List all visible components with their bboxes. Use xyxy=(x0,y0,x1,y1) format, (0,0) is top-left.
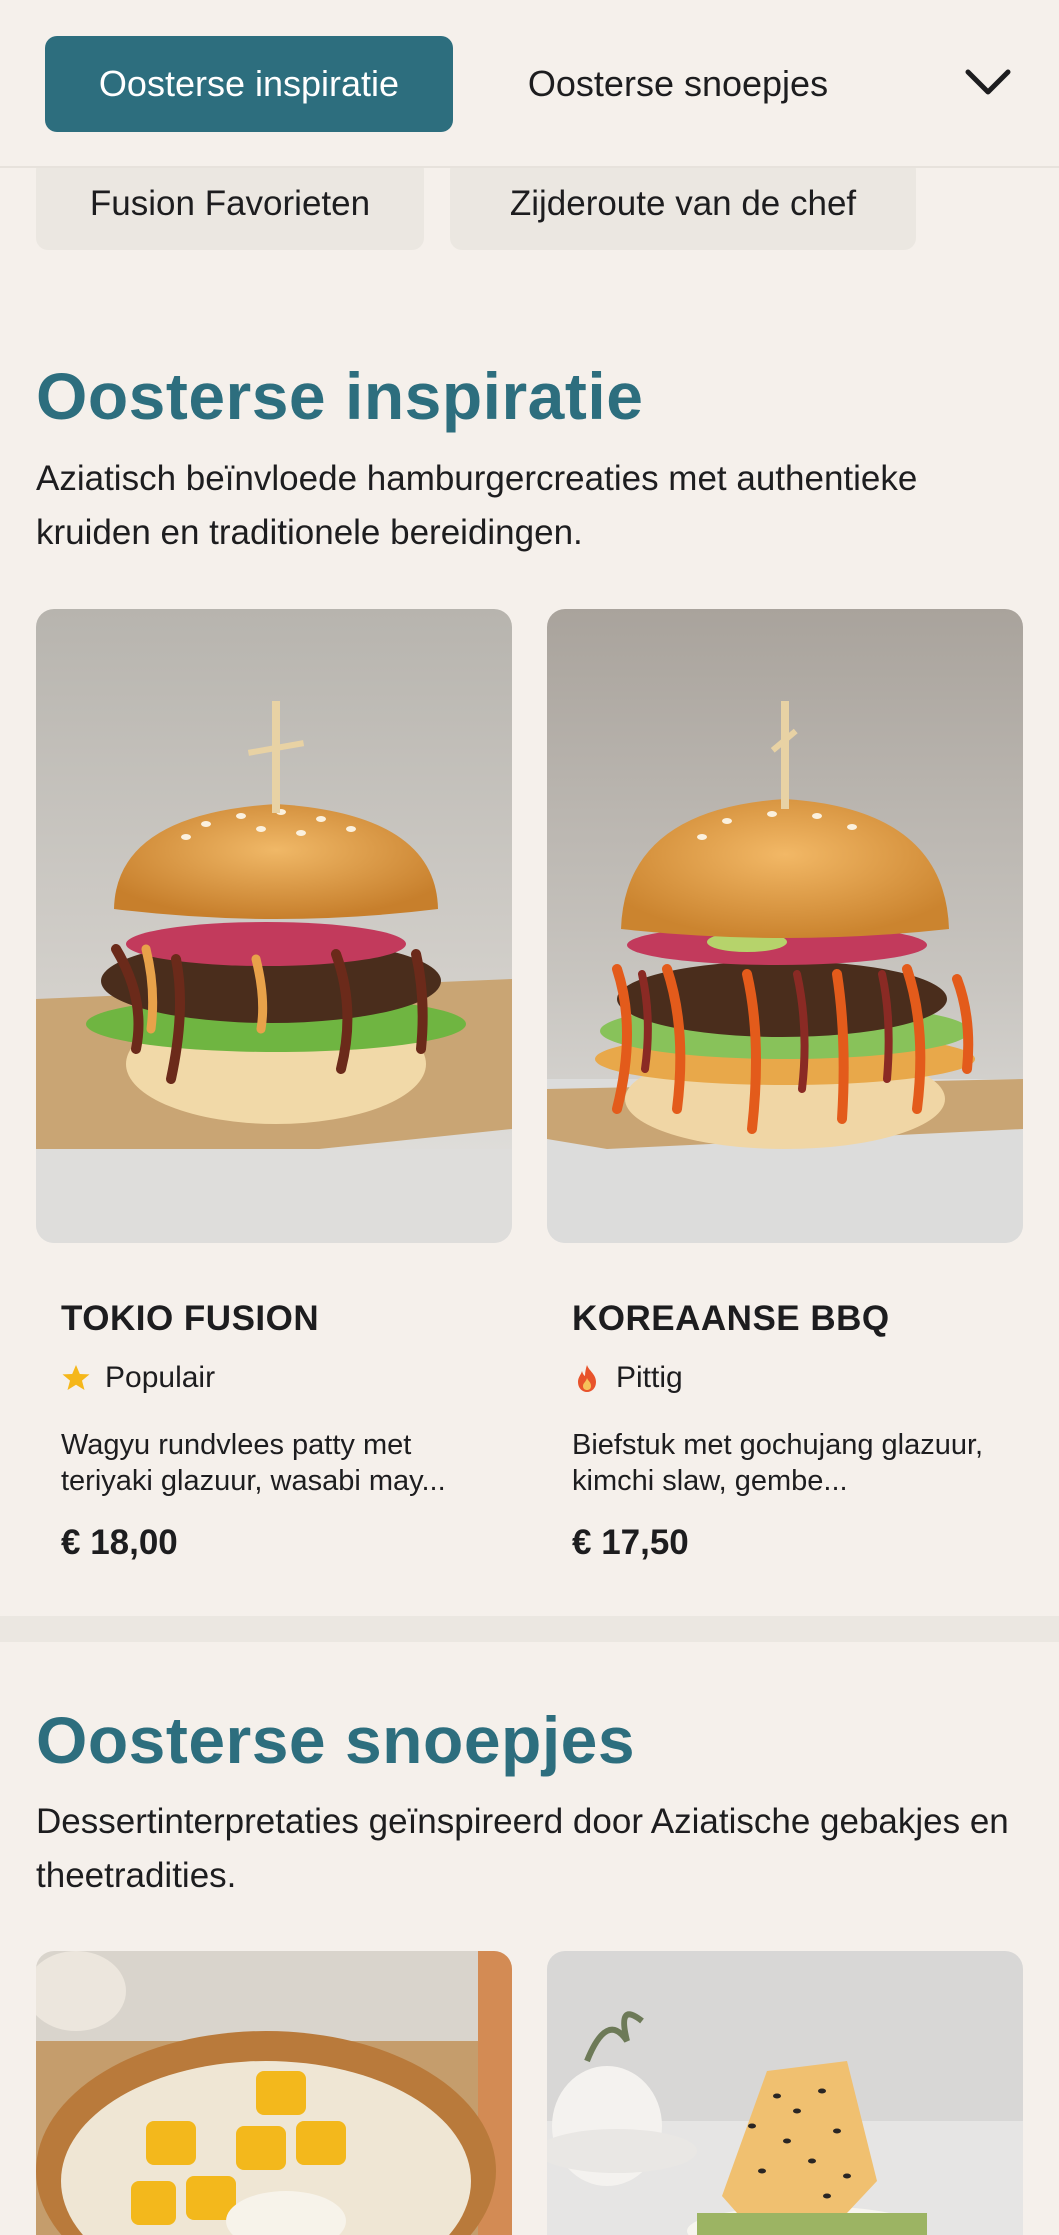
tab-oosterse-inspiratie[interactable]: Oosterse inspiratie xyxy=(45,36,453,132)
tab-oosterse-snoepjes[interactable]: Oosterse snoepjes xyxy=(478,36,878,132)
item-tag-label: Populair xyxy=(105,1361,216,1394)
section-description: Aziatisch beïnvloede hamburgercreaties m… xyxy=(36,459,918,552)
item-price: € 18,00 xyxy=(61,1523,178,1562)
item-tag: Populair xyxy=(61,1357,215,1399)
burger-image xyxy=(36,609,512,1243)
flame-icon xyxy=(578,1365,596,1392)
star-icon xyxy=(62,1365,90,1390)
item-price: € 17,50 xyxy=(572,1523,689,1562)
section-divider xyxy=(0,1616,1059,1642)
menu-item-card[interactable]: KOREAANSE BBQ Pittig Biefstuk met gochuj… xyxy=(547,609,1023,1589)
section-title: Oosterse snoepjes xyxy=(36,1703,636,1777)
burger-image xyxy=(547,609,1023,1243)
item-tag: Pittig xyxy=(572,1357,683,1399)
dessert-image xyxy=(547,1951,1023,2235)
dessert-image xyxy=(36,1951,512,2235)
section-description: Dessertinterpretaties geïnspireerd door … xyxy=(36,1802,1009,1895)
menu-item-card[interactable]: TOKIO FUSION Populair Wagyu rundvlees pa… xyxy=(36,609,512,1589)
item-name: TOKIO FUSION xyxy=(61,1299,320,1338)
menu-item-card[interactable] xyxy=(36,1951,512,2235)
item-description: Biefstuk met gochujang glazuur, kimchi s… xyxy=(572,1429,984,1497)
item-description: Wagyu rundvlees patty met teriyaki glazu… xyxy=(61,1429,446,1497)
tab-fusion-favorieten[interactable]: Fusion Favorieten xyxy=(36,158,424,250)
item-tag-label: Pittig xyxy=(616,1361,683,1394)
item-name: KOREAANSE BBQ xyxy=(572,1299,890,1338)
section-title: Oosterse inspiratie xyxy=(36,359,644,433)
menu-item-card[interactable] xyxy=(547,1951,1023,2235)
chevron-down-icon[interactable] xyxy=(962,62,1014,102)
category-tab-bar: Oosterse inspiratie Oosterse snoepjes xyxy=(0,0,1059,168)
tab-zijderoute-van-de-chef[interactable]: Zijderoute van de chef xyxy=(450,158,916,250)
